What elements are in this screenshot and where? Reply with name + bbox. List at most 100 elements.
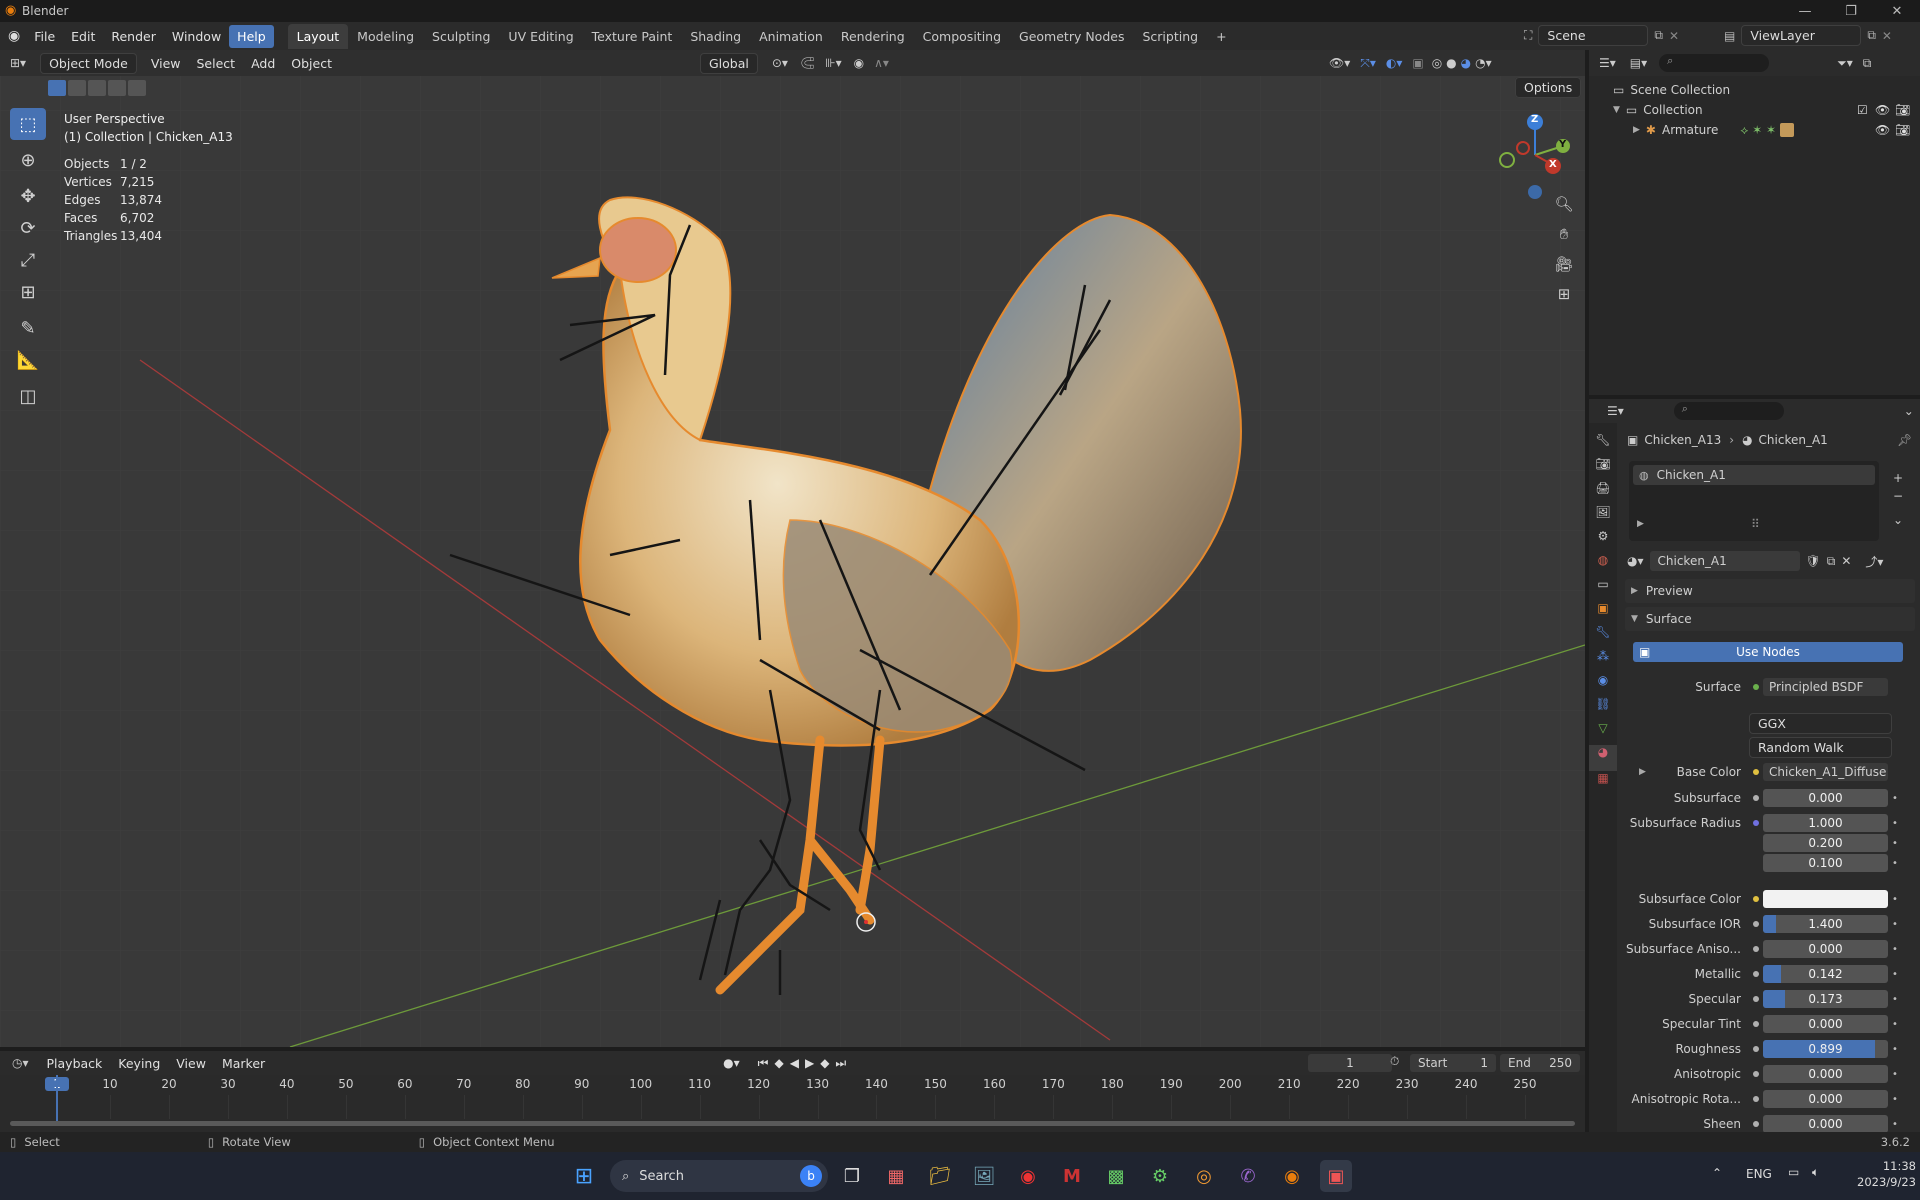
frame-timer-icon[interactable]: ⏱ bbox=[1390, 1054, 1399, 1069]
file-explorer-icon[interactable]: 📁︎ bbox=[924, 1160, 956, 1192]
keyframe-dot-icon[interactable]: • bbox=[1888, 838, 1902, 849]
network-icon[interactable]: ▭ bbox=[1788, 1165, 1799, 1179]
expand-collection-icon[interactable]: ▼ bbox=[1613, 105, 1620, 115]
viewport-canvas[interactable] bbox=[0, 50, 1585, 1047]
timeline-editor-icon[interactable]: ◷▾ bbox=[12, 1056, 29, 1070]
chrome-dev-icon[interactable]: ◎ bbox=[1188, 1160, 1220, 1192]
solid-shading-icon[interactable]: ● bbox=[1446, 56, 1456, 70]
next-keyframe-icon[interactable]: ◆ bbox=[820, 1056, 835, 1070]
material-slot-item[interactable]: ◍ Chicken_A1 bbox=[1633, 465, 1875, 485]
record-icon[interactable]: ●▾ bbox=[723, 1056, 740, 1070]
surface-panel-header[interactable]: ▼ Surface bbox=[1625, 607, 1915, 631]
visibility-icon[interactable]: 👁︎▾ bbox=[1329, 56, 1350, 70]
select-intersect-icon[interactable] bbox=[128, 80, 146, 96]
maximize-button[interactable]: ❐ bbox=[1828, 0, 1874, 22]
new-scene-icon[interactable]: ⧉ bbox=[1654, 28, 1663, 43]
tab-layout[interactable]: Layout bbox=[287, 23, 349, 49]
material-name-field[interactable]: Chicken_A1 bbox=[1649, 551, 1800, 571]
display-mode-icon[interactable]: ▤▾ bbox=[1630, 56, 1647, 70]
wireframe-shading-icon[interactable]: ◎ bbox=[1432, 56, 1442, 70]
prev-keyframe-icon[interactable]: ◆ bbox=[774, 1056, 789, 1070]
scene-name-field[interactable]: Scene bbox=[1538, 25, 1649, 46]
tab-sculpting[interactable]: Sculpting bbox=[423, 24, 499, 49]
tab-texture-paint[interactable]: Texture Paint bbox=[583, 24, 682, 49]
task-view-icon[interactable]: ❐ bbox=[836, 1160, 868, 1192]
snap-target-icon[interactable]: ⊪▾ bbox=[825, 56, 841, 70]
bsdf-value-field[interactable]: 0.899 bbox=[1763, 1040, 1888, 1058]
menu-help[interactable]: Help bbox=[229, 24, 274, 48]
rendered-shading-icon[interactable]: ◔▾ bbox=[1475, 56, 1492, 70]
surface-collapse-icon[interactable]: ▼ bbox=[1631, 614, 1638, 624]
bsdf-value-field[interactable]: 0.000 bbox=[1763, 1115, 1888, 1133]
bsdf-value-field[interactable]: 0.000 bbox=[1763, 1065, 1888, 1083]
app-gear-icon[interactable]: ⚙ bbox=[1144, 1160, 1176, 1192]
3d-viewport[interactable]: User Perspective (1) Collection | Chicke… bbox=[0, 50, 1585, 1047]
use-nodes-button[interactable]: ▣ Use Nodes bbox=[1633, 642, 1903, 662]
material-slot-list[interactable]: ◍ Chicken_A1 ▶ ⠿ bbox=[1629, 461, 1879, 541]
bsdf-value-field[interactable]: 0.000 bbox=[1763, 1015, 1888, 1033]
viber-icon[interactable]: ✆ bbox=[1232, 1160, 1264, 1192]
tab-geometry-nodes[interactable]: Geometry Nodes bbox=[1010, 24, 1133, 49]
add-workspace-icon[interactable]: + bbox=[1207, 24, 1235, 49]
app-green-icon[interactable]: ▩ bbox=[1100, 1160, 1132, 1192]
blender-taskbar-icon[interactable]: ◉ bbox=[1276, 1160, 1308, 1192]
tab-scripting[interactable]: Scripting bbox=[1133, 24, 1207, 49]
collection-eye-icon[interactable]: 👁︎ bbox=[1875, 103, 1890, 117]
proportional-edit-icon[interactable]: ◉ bbox=[854, 56, 864, 70]
keyframe-dot-icon[interactable]: • bbox=[1888, 1094, 1902, 1105]
keyframe-dot-icon[interactable]: • bbox=[1888, 1119, 1902, 1130]
duplicate-material-icon[interactable]: ⧉ bbox=[1827, 554, 1836, 569]
outliner-row-armature[interactable]: ▶ ✱ Armature ⟡ ✶ ✶ 👁︎ 📷︎ bbox=[1589, 120, 1920, 140]
bsdf-value-field[interactable]: 1.000 bbox=[1763, 814, 1888, 832]
menu-edit[interactable]: Edit bbox=[63, 25, 103, 48]
move-tool-icon[interactable]: ✥ bbox=[10, 180, 46, 212]
render-tab-icon[interactable]: 📷︎ bbox=[1589, 457, 1617, 481]
view-layer-tab-icon[interactable]: 🖼︎ bbox=[1589, 505, 1617, 529]
gizmo-toggle-icon[interactable]: ⤧▾ bbox=[1360, 56, 1376, 71]
select-extend-icon[interactable] bbox=[68, 80, 86, 96]
jump-start-icon[interactable]: ⏮ bbox=[758, 1056, 775, 1070]
scale-tool-icon[interactable]: ⤢ bbox=[10, 244, 46, 276]
current-frame-field[interactable]: 1 bbox=[1308, 1054, 1392, 1072]
pan-hand-icon[interactable]: ✋︎ bbox=[1550, 225, 1578, 255]
keyframe-dot-icon[interactable]: • bbox=[1888, 894, 1902, 905]
transform-orientation-dropdown[interactable]: Global bbox=[699, 52, 758, 74]
annotate-tool-icon[interactable]: ✎ bbox=[10, 312, 46, 344]
bsdf-value-field[interactable]: 0.100 bbox=[1763, 854, 1888, 872]
preview-collapse-icon[interactable]: ▶ bbox=[1631, 586, 1638, 596]
base-color-expand-icon[interactable]: ▶ bbox=[1639, 767, 1646, 777]
select-invert-icon[interactable] bbox=[108, 80, 126, 96]
menu-marker[interactable]: Marker bbox=[214, 1053, 273, 1074]
editor-type-icon[interactable]: ⊞▾ bbox=[10, 56, 26, 70]
keyframe-dot-icon[interactable]: • bbox=[1888, 1044, 1902, 1055]
properties-editor-icon[interactable]: ☰▾ bbox=[1607, 404, 1624, 418]
add-cube-tool-icon[interactable]: ◫ bbox=[10, 380, 46, 412]
keyframe-dot-icon[interactable]: • bbox=[1888, 944, 1902, 955]
keyframe-dot-icon[interactable]: • bbox=[1888, 969, 1902, 980]
material-browse-icon[interactable]: ◕▾ bbox=[1627, 554, 1644, 568]
menu-render[interactable]: Render bbox=[103, 25, 164, 48]
scene-tab-icon[interactable]: ⚙ bbox=[1589, 529, 1617, 553]
surface-shader-field[interactable]: Principled BSDF bbox=[1763, 678, 1888, 696]
material-shading-icon[interactable]: ◕ bbox=[1461, 56, 1471, 70]
tab-uv-editing[interactable]: UV Editing bbox=[499, 24, 582, 49]
bsdf-value-field[interactable]: 0.000 bbox=[1763, 940, 1888, 958]
unlink-material-icon[interactable]: ✕ bbox=[1841, 554, 1851, 568]
bsdf-value-field[interactable]: 0.200 bbox=[1763, 834, 1888, 852]
minimize-button[interactable]: — bbox=[1782, 0, 1828, 22]
keyframe-dot-icon[interactable]: • bbox=[1888, 793, 1902, 804]
delete-scene-icon[interactable]: ✕ bbox=[1669, 29, 1679, 43]
navigation-gizmo[interactable]: Z Y X bbox=[1495, 110, 1575, 200]
subsurface-method-dropdown[interactable]: Random Walk bbox=[1749, 736, 1892, 758]
menu-object[interactable]: Object bbox=[283, 53, 340, 74]
zoom-icon[interactable]: 🔍︎ bbox=[1550, 195, 1578, 225]
outliner-row-scene-collection[interactable]: ▭ Scene Collection bbox=[1589, 80, 1920, 100]
tool-tab-icon[interactable]: 🔧︎ bbox=[1589, 433, 1617, 457]
new-view-layer-icon[interactable]: ⧉ bbox=[1867, 28, 1876, 43]
new-collection-icon[interactable]: ⧉ bbox=[1863, 56, 1872, 71]
menu-view[interactable]: View bbox=[143, 53, 189, 74]
view-layer-field[interactable]: ViewLayer bbox=[1741, 25, 1862, 46]
xray-icon[interactable]: ▣ bbox=[1412, 56, 1423, 70]
delete-view-layer-icon[interactable]: ✕ bbox=[1882, 29, 1892, 43]
add-slot-button[interactable]: + bbox=[1893, 469, 1903, 487]
